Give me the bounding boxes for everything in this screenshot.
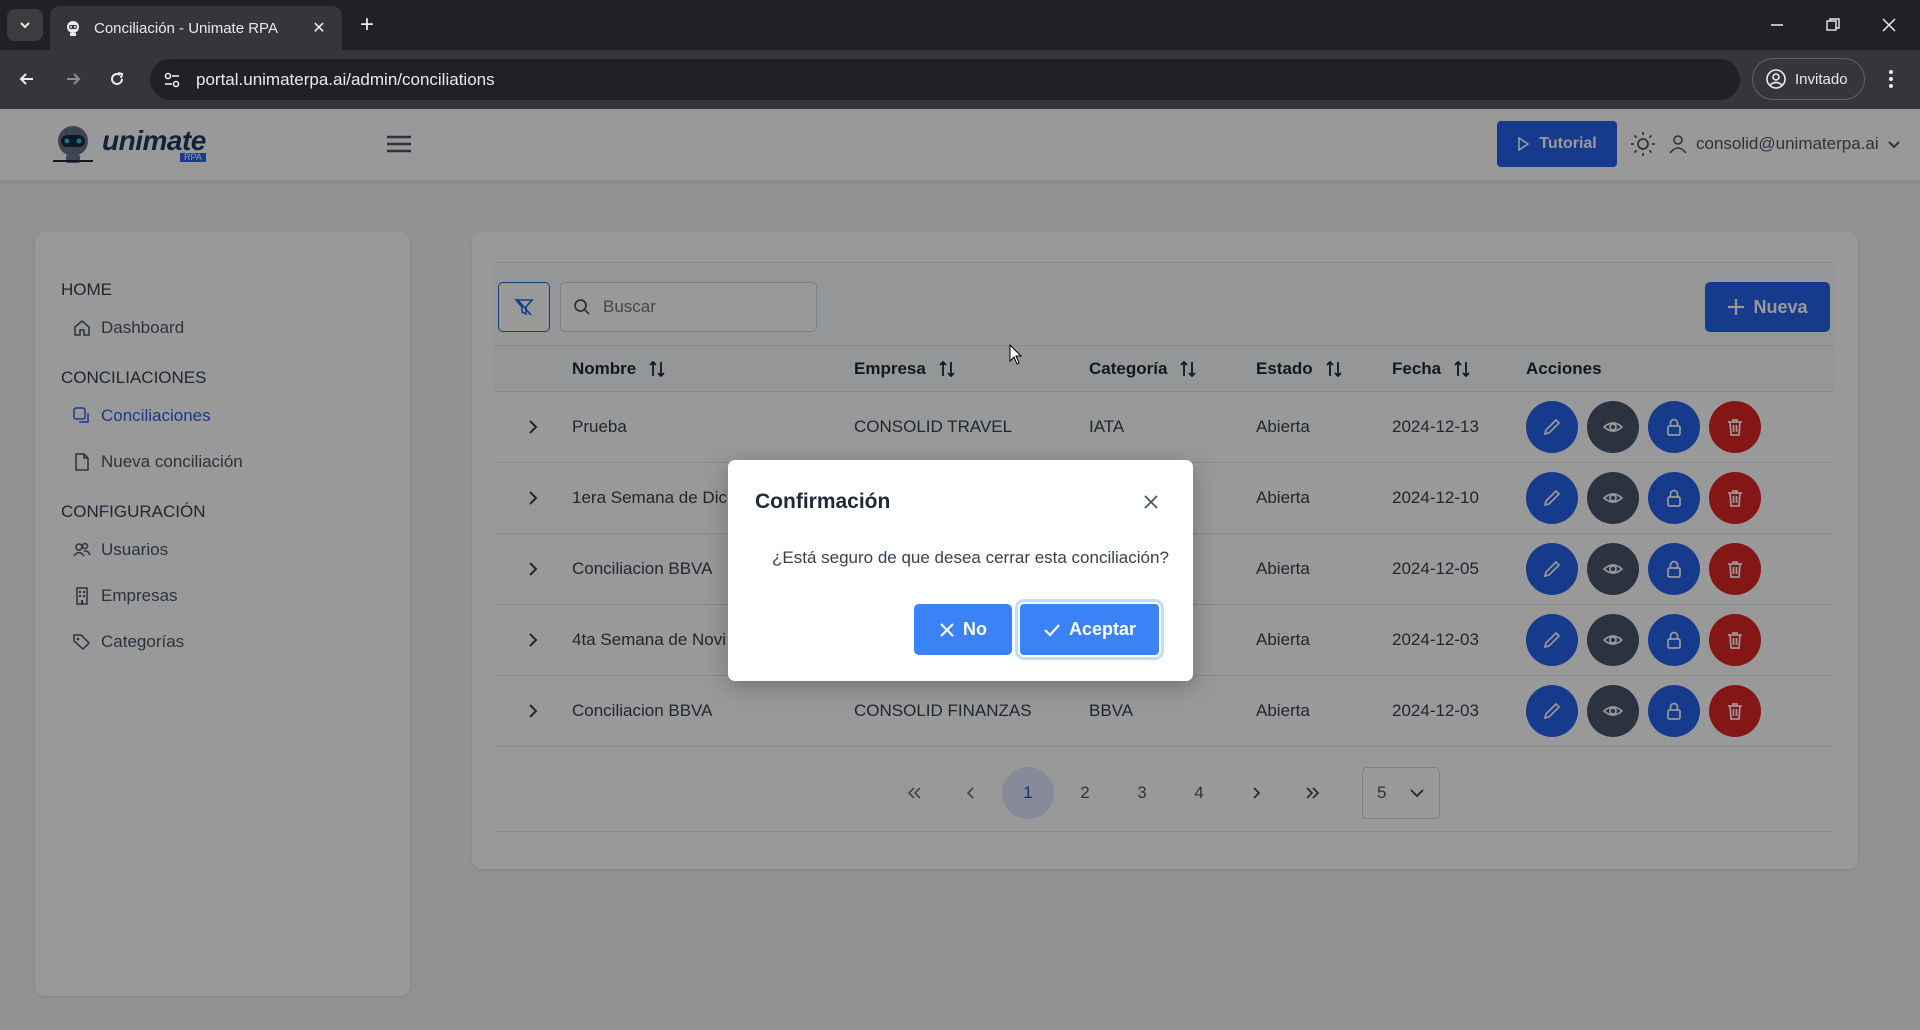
browser-tab-active[interactable]: Conciliación - Unimate RPA ✕: [50, 6, 342, 50]
address-bar[interactable]: portal.unimaterpa.ai/admin/conciliations: [150, 59, 1740, 100]
dialog-message: ¿Está seguro de que desea cerrar esta co…: [772, 548, 1169, 567]
tab-close-icon[interactable]: ✕: [310, 19, 328, 37]
dialog-title: Confirmación: [755, 490, 891, 513]
robot-favicon-icon: [67, 21, 79, 36]
browser-toolbar: portal.unimaterpa.ai/admin/conciliations…: [0, 50, 1920, 109]
browser-tabbar: Conciliación - Unimate RPA ✕ +: [0, 0, 1920, 50]
profile-button[interactable]: Invitado: [1752, 58, 1865, 100]
chevron-down-icon: [20, 22, 30, 29]
new-tab-button[interactable]: +: [353, 11, 381, 39]
reload-button[interactable]: [100, 62, 134, 96]
more-vertical-icon: [1889, 70, 1893, 88]
forward-button[interactable]: [56, 62, 90, 96]
back-button[interactable]: [10, 62, 44, 96]
close-icon: [940, 622, 954, 637]
close-icon: [1144, 495, 1158, 509]
reload-icon: [111, 72, 124, 85]
restore-icon: [1826, 18, 1840, 31]
arrow-left-icon: [19, 73, 33, 85]
close-icon: [1882, 18, 1896, 32]
browser-menu-button[interactable]: [1876, 64, 1906, 94]
minimize-icon: [1771, 24, 1783, 26]
site-info-icon[interactable]: [162, 70, 182, 90]
tab-search-button[interactable]: [7, 9, 43, 41]
window-close-button[interactable]: [1864, 8, 1914, 42]
check-icon: [1044, 623, 1060, 637]
url-text: portal.unimaterpa.ai/admin/conciliations: [196, 69, 495, 89]
accept-label: Aceptar: [1068, 619, 1137, 639]
confirmation-dialog: Confirmación ¿Está seguro de que desea c…: [728, 460, 1193, 681]
restore-button[interactable]: [1808, 8, 1858, 42]
profile-label: Invitado: [1795, 70, 1848, 88]
tab-title: Conciliación - Unimate RPA: [94, 19, 278, 37]
minimize-button[interactable]: [1752, 8, 1802, 42]
no-label: No: [963, 619, 987, 639]
arrow-right-icon: [67, 73, 81, 85]
mouse-cursor-icon: [1009, 344, 1023, 365]
dialog-accept-button[interactable]: Aceptar: [1018, 602, 1161, 657]
dialog-no-button[interactable]: No: [914, 604, 1012, 655]
dialog-close-button[interactable]: [1139, 490, 1163, 514]
profile-icon: [1766, 69, 1786, 89]
